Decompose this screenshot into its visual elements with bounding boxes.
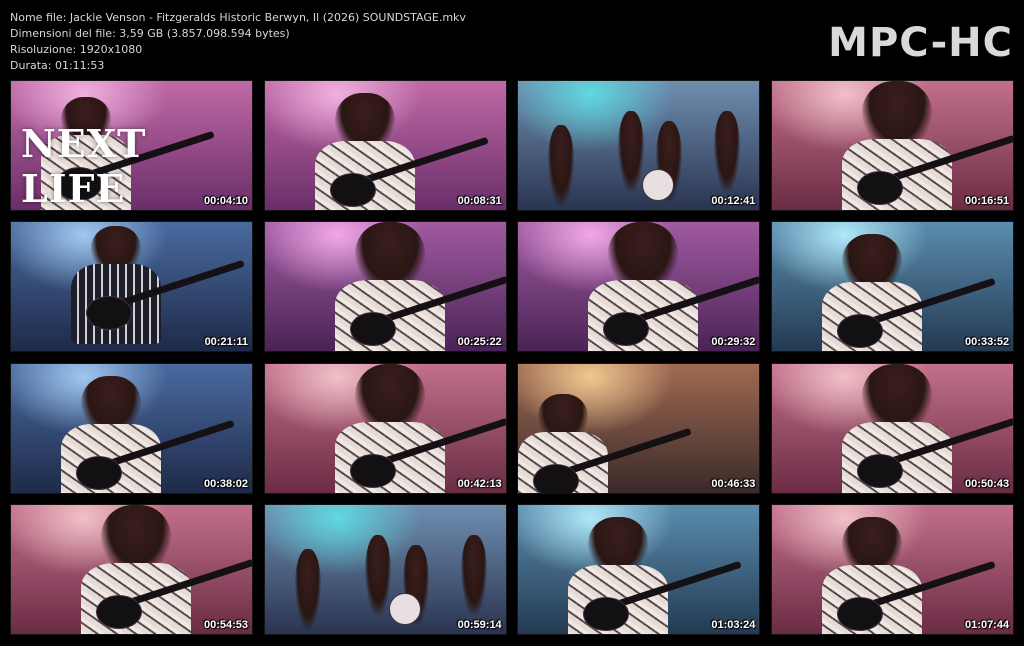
thumbnail-timestamp: 00:50:43 (965, 477, 1010, 490)
video-thumbnail[interactable]: 00:38:02 (10, 362, 253, 494)
thumbnail-timestamp: 00:29:32 (711, 336, 756, 349)
video-thumbnail[interactable]: 00:59:14 (263, 503, 507, 635)
thumbnail-timestamp: 00:46:33 (711, 477, 756, 490)
thumbnail-timestamp: 00:59:14 (457, 618, 502, 631)
thumbnail-timestamp: 00:08:31 (457, 195, 502, 207)
video-thumbnail[interactable]: 00:50:43 (771, 362, 1015, 494)
thumbnail-timestamp: 01:03:24 (711, 618, 756, 631)
thumbnail-timestamp: 00:12:41 (711, 195, 756, 207)
video-thumbnail[interactable]: NEXT LIFE 00:04:10 (10, 80, 253, 211)
video-thumbnail[interactable]: 00:12:41 (517, 80, 761, 211)
duration-text: Durata: 01:11:53 (10, 59, 105, 72)
file-info: Nome file: Jackie Venson - Fitzgeralds H… (10, 10, 466, 74)
thumbnail-timestamp: 00:25:22 (457, 336, 502, 349)
thumbnail-timestamp: 00:04:10 (203, 195, 248, 207)
video-thumbnail[interactable]: 00:16:51 (771, 80, 1015, 211)
video-thumbnail[interactable]: 00:42:13 (263, 362, 507, 494)
file-size-text: Dimensioni del file: 3,59 GB (3.857.098.… (10, 27, 290, 40)
video-thumbnail[interactable]: 00:25:22 (263, 221, 507, 353)
brand-logo: MPC-HC (828, 20, 1013, 66)
thumbnail-timestamp: 00:33:52 (965, 336, 1010, 349)
video-thumbnail[interactable]: 00:33:52 (771, 221, 1015, 353)
video-thumbnail[interactable]: 00:21:11 (10, 221, 253, 353)
thumbnail-timestamp: 00:38:02 (203, 477, 248, 490)
thumbnail-timestamp: 00:42:13 (457, 477, 502, 490)
thumbnail-timestamp: 01:07:44 (965, 618, 1010, 631)
resolution-text: Risoluzione: 1920x1080 (10, 43, 143, 56)
video-thumbnail[interactable]: 00:46:33 (517, 362, 761, 494)
video-thumbnail[interactable]: 00:54:53 (10, 503, 253, 635)
thumbnail-timestamp: 00:54:53 (203, 618, 248, 631)
thumbnail-timestamp: 00:16:51 (965, 195, 1010, 207)
thumbnail-timestamp: 00:21:11 (204, 336, 248, 349)
video-thumbnail[interactable]: 01:07:44 (771, 503, 1015, 635)
video-thumbnail[interactable]: 00:29:32 (517, 221, 761, 353)
thumbnail-grid: NEXT LIFE 00:04:10 00:08:31 00:12:41 00:16:5… (10, 80, 1015, 635)
file-name-text: Nome file: Jackie Venson - Fitzgeralds H… (10, 11, 466, 24)
video-thumbnail[interactable]: 01:03:24 (517, 503, 761, 635)
video-thumbnail[interactable]: 00:08:31 (263, 80, 507, 211)
